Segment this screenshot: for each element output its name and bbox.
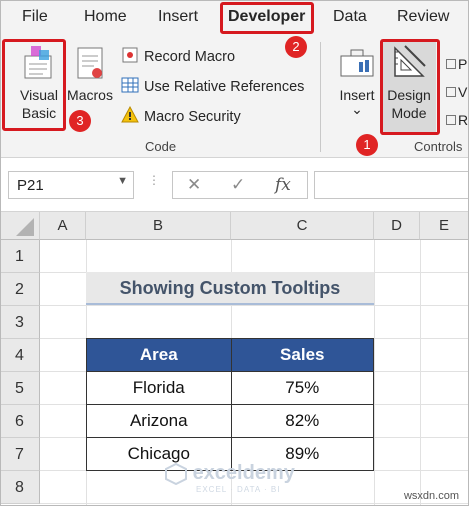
name-box-value: P21 — [17, 177, 44, 194]
properties-label: P — [458, 56, 468, 72]
macros-button[interactable]: Macros — [66, 42, 114, 104]
callout-badge-2: 2 — [285, 36, 307, 58]
gridline — [420, 240, 421, 506]
properties-buttons-partial[interactable]: P V R — [446, 50, 468, 134]
use-relative-references-button[interactable]: Use Relative References — [121, 76, 304, 98]
row-header-4[interactable]: 4 — [0, 339, 40, 372]
warning-icon — [121, 105, 139, 128]
formula-bar: P21 ▼ ⋮ ✕ ✓ fx — [0, 159, 469, 212]
footer-url: wsxdn.com — [403, 490, 459, 502]
area-cell[interactable]: Arizona — [86, 404, 232, 438]
column-header-e[interactable]: E — [420, 212, 469, 240]
gridline — [40, 305, 469, 306]
header-sales-cell[interactable]: Sales — [230, 338, 375, 372]
row-header-2[interactable]: 2 — [0, 273, 40, 306]
formula-buttons: ✕ ✓ fx — [172, 171, 308, 199]
macros-icon — [70, 47, 110, 85]
macro-security-label: Macro Security — [144, 109, 241, 125]
name-box[interactable]: P21 ▼ — [8, 171, 134, 199]
formula-input[interactable] — [314, 171, 469, 199]
insert-function-icon[interactable]: fx — [275, 175, 291, 195]
column-header-c[interactable]: C — [231, 212, 374, 240]
run-dialog-label: R — [458, 112, 469, 128]
toolbox-icon — [337, 49, 377, 85]
macro-security-button[interactable]: Macro Security — [121, 105, 241, 128]
row-header-1[interactable]: 1 — [0, 240, 40, 273]
sales-table: Area Sales Florida 75% Arizona 82% Chica… — [86, 338, 375, 471]
drag-handle-icon[interactable]: ⋮ — [148, 174, 160, 193]
watermark-icon — [165, 462, 187, 485]
use-relative-references-label: Use Relative References — [144, 79, 305, 95]
row-header-3[interactable]: 3 — [0, 306, 40, 339]
controls-group-label: Controls — [414, 139, 463, 154]
record-macro-icon — [121, 46, 139, 68]
area-cell[interactable]: Florida — [86, 371, 232, 405]
callout-badge-1: 1 — [356, 134, 378, 156]
header-area-cell[interactable]: Area — [86, 338, 232, 372]
watermark-tagline: EXCEL · DATA · BI — [196, 485, 281, 494]
sheet-title-cell[interactable]: Showing Custom Tooltips — [86, 272, 374, 305]
sales-cell[interactable]: 75% — [230, 371, 375, 405]
table-row: Arizona 82% — [86, 404, 375, 438]
tab-insert[interactable]: Insert — [158, 8, 198, 26]
column-header-a[interactable]: A — [40, 212, 86, 240]
tab-data[interactable]: Data — [333, 8, 367, 26]
row-header-6[interactable]: 6 — [0, 405, 40, 438]
record-macro-button[interactable]: Record Macro — [121, 46, 235, 68]
tab-review[interactable]: Review — [397, 8, 449, 26]
row-header-5[interactable]: 5 — [0, 372, 40, 405]
watermark-name: exceldemy — [192, 462, 295, 484]
insert-controls-button[interactable]: Insert ⌄ — [334, 46, 380, 117]
design-mode-highlight — [380, 39, 440, 135]
row-header-8[interactable]: 8 — [0, 471, 40, 504]
callout-badge-3: 3 — [69, 110, 91, 132]
chevron-down-icon[interactable]: ▼ — [117, 175, 128, 187]
column-header-d[interactable]: D — [374, 212, 420, 240]
row-header-7[interactable]: 7 — [0, 438, 40, 471]
tab-home[interactable]: Home — [84, 8, 127, 26]
table-header-row: Area Sales — [86, 338, 375, 372]
cancel-icon[interactable]: ✕ — [187, 175, 201, 195]
visual-basic-highlight — [2, 39, 66, 131]
developer-tab-highlight — [220, 2, 314, 34]
sales-cell[interactable]: 82% — [230, 404, 375, 438]
enter-icon[interactable]: ✓ — [231, 175, 245, 195]
relative-references-icon — [121, 76, 139, 98]
chevron-down-icon: ⌄ — [351, 101, 363, 117]
table-row: Florida 75% — [86, 371, 375, 405]
tab-file[interactable]: File — [22, 8, 48, 26]
gridline — [40, 503, 469, 504]
code-group-label: Code — [145, 139, 177, 154]
macros-label: Macros — [67, 87, 113, 103]
select-all-corner[interactable] — [0, 212, 40, 240]
ribbon-separator — [320, 42, 321, 152]
watermark-logo: exceldemy — [165, 462, 295, 485]
record-macro-label: Record Macro — [144, 49, 236, 65]
gridline — [374, 240, 375, 506]
view-code-label: V — [458, 84, 468, 100]
column-header-b[interactable]: B — [86, 212, 231, 240]
